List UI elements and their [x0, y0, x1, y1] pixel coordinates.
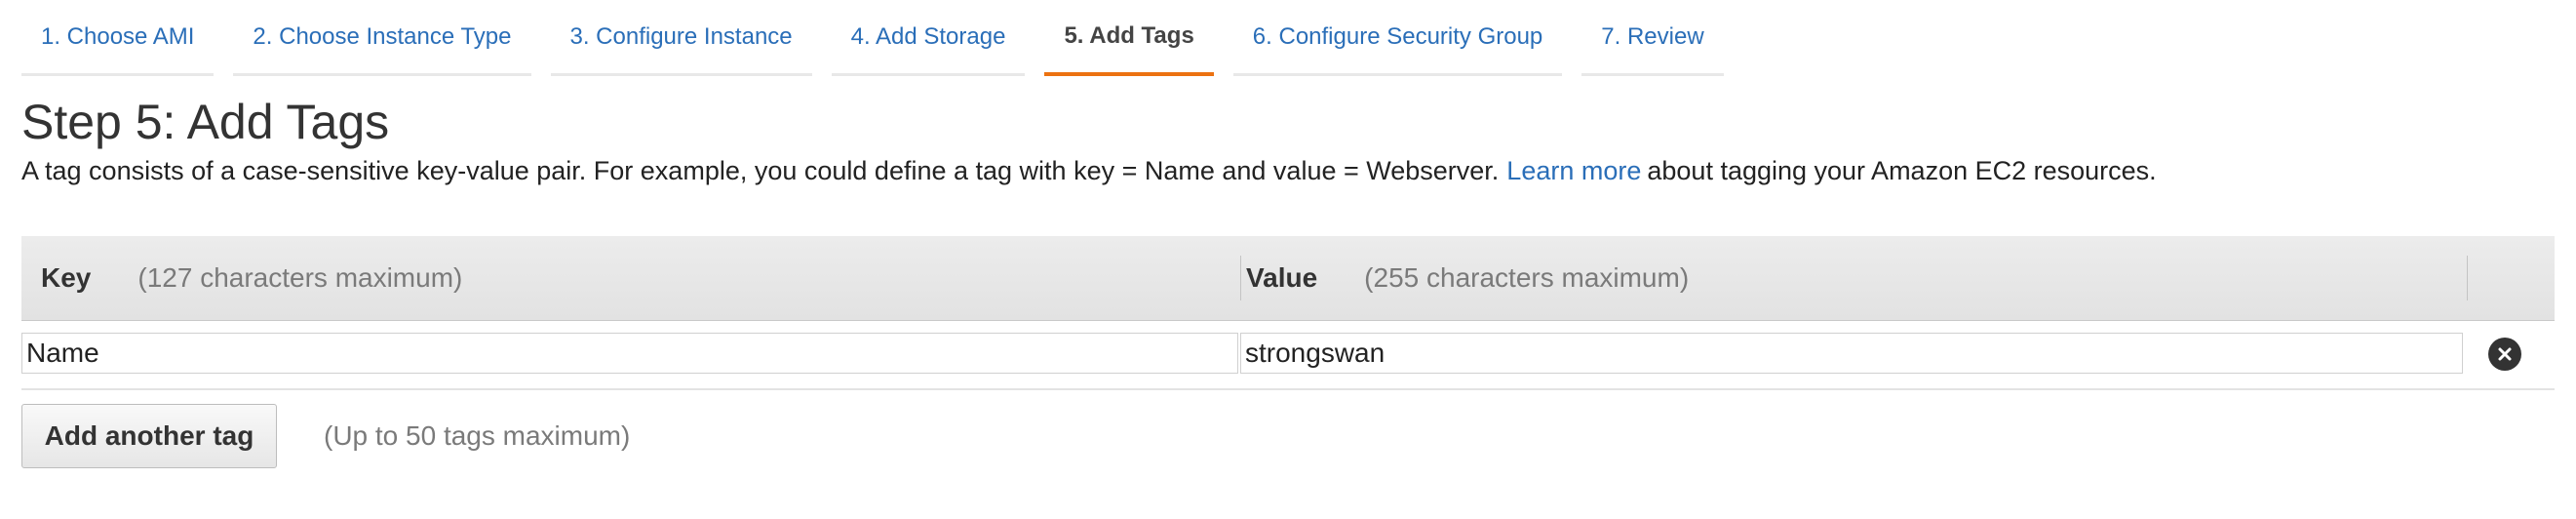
- value-header-hint: (255 characters maximum): [1364, 262, 1690, 293]
- add-another-tag-button[interactable]: Add another tag: [21, 404, 277, 468]
- tab-add-tags[interactable]: 5. Add Tags: [1044, 0, 1214, 76]
- page-title: Step 5: Add Tags: [21, 95, 390, 149]
- tag-limit-hint: (Up to 50 tags maximum): [324, 420, 631, 451]
- tab-choose-instance-type[interactable]: 2. Choose Instance Type: [233, 0, 531, 76]
- key-header-hint: (127 characters maximum): [137, 262, 463, 293]
- remove-tag-button[interactable]: [2488, 338, 2521, 371]
- tab-add-storage[interactable]: 4. Add Storage: [831, 0, 1026, 76]
- description-text: A tag consists of a case-sensitive key-v…: [21, 156, 1500, 185]
- tags-table-header: Key (127 characters maximum) Value (255 …: [21, 236, 2555, 321]
- column-divider: [2467, 256, 2468, 300]
- tag-value-input[interactable]: [1240, 333, 2463, 374]
- key-header-label: Key: [41, 262, 92, 293]
- table-row: [21, 320, 2555, 390]
- value-column-header: Value (255 characters maximum): [1246, 236, 1689, 320]
- tab-review[interactable]: 7. Review: [1581, 0, 1724, 76]
- tab-choose-ami[interactable]: 1. Choose AMI: [21, 0, 215, 76]
- tab-configure-instance[interactable]: 3. Configure Instance: [550, 0, 812, 76]
- close-circle-icon: [2498, 347, 2512, 361]
- tag-key-input[interactable]: [21, 333, 1238, 374]
- value-header-label: Value: [1246, 262, 1318, 293]
- page-description: A tag consists of a case-sensitive key-v…: [21, 156, 2157, 186]
- tab-configure-security-group[interactable]: 6. Configure Security Group: [1232, 0, 1563, 76]
- learn-more-link[interactable]: Learn more: [1506, 156, 1641, 185]
- wizard-steps: 1. Choose AMI 2. Choose Instance Type 3.…: [21, 0, 1724, 76]
- key-column-header: Key (127 characters maximum): [41, 236, 462, 320]
- description-text-end: about tagging your Amazon EC2 resources.: [1647, 156, 2157, 185]
- column-divider: [1240, 256, 1241, 300]
